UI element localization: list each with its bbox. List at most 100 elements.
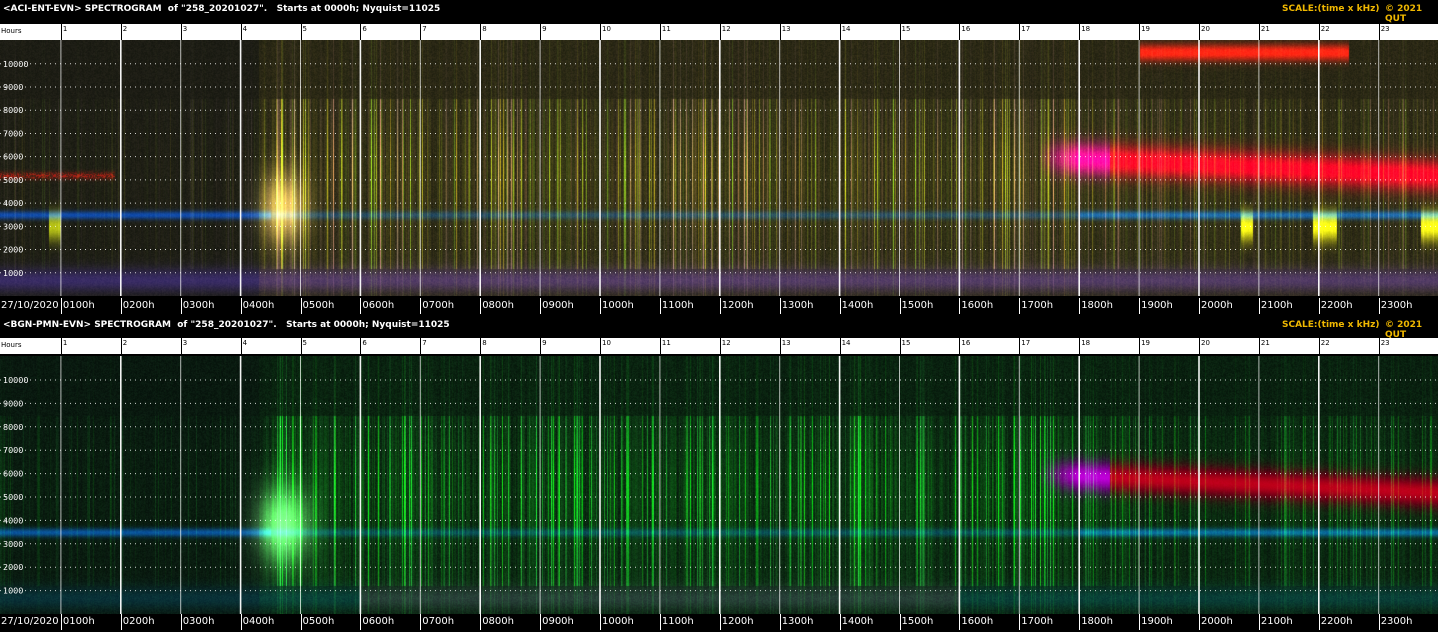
- time-tick-label: 0200h: [122, 616, 155, 627]
- time-tick: [959, 298, 961, 314]
- hour-tick: [420, 338, 422, 354]
- time-tick-label: 1400h: [841, 300, 874, 311]
- time-tick: [300, 614, 302, 630]
- time-tick: [1199, 614, 1200, 630]
- time-tick: [1079, 298, 1081, 314]
- hour-tick-label: 1: [62, 339, 68, 347]
- time-tick: [899, 614, 901, 630]
- hour-tick-label: 22: [1320, 339, 1330, 347]
- time-tick-label: 2300h: [1380, 300, 1413, 311]
- time-tick-label: 0900h: [542, 300, 574, 311]
- hour-tick-label: 7: [422, 339, 427, 347]
- time-tick: [240, 614, 242, 630]
- time-tick: [300, 298, 302, 314]
- hour-tick-label: 7: [422, 25, 427, 33]
- hours-axis: Hours 1 2 3 4 5 6 7 8 9 10 11 12 13 14 15 16 17 18 19 20 21 2…: [0, 24, 1438, 40]
- time-tick: [360, 614, 362, 630]
- hour-tick: [420, 24, 422, 40]
- time-tick-label: 1900h: [1141, 300, 1173, 311]
- time-tick-label: 0800h: [482, 300, 514, 311]
- spectrogram-panel-1: <ACI-ENT-EVN> SPECTROGRAM of "258_202010…: [0, 0, 1438, 316]
- scale-label: SCALE:(time x kHz): [1282, 4, 1380, 14]
- frequency-tick-label: 3000: [3, 222, 23, 231]
- time-tick: [1139, 614, 1141, 630]
- time-tick-label: 0700h: [422, 616, 455, 627]
- hour-tick-label: 12: [721, 25, 731, 33]
- time-tick: [360, 298, 362, 314]
- hour-tick: [779, 338, 781, 354]
- time-axis: 27/10/2020 0100h 0200h 0300h 0400h 0500h 0600h…: [0, 298, 1438, 314]
- hour-tick-label: 18: [1081, 25, 1091, 33]
- hour-tick: [480, 24, 482, 40]
- hour-tick: [480, 338, 482, 354]
- time-tick: [779, 614, 781, 630]
- hour-tick-label: 15: [901, 339, 911, 347]
- hour-tick-label: 2: [122, 339, 128, 347]
- hour-tick-label: 16: [961, 25, 971, 33]
- time-tick-label: 27/10/2020: [1, 300, 59, 311]
- hour-tick: [719, 24, 721, 40]
- time-tick: [420, 614, 422, 630]
- hour-tick: [1318, 338, 1320, 354]
- hour-tick-label: 18: [1081, 339, 1091, 347]
- hour-tick-label: 2: [122, 25, 128, 33]
- hour-tick: [600, 338, 601, 354]
- hour-tick: [360, 24, 362, 40]
- hour-tick-label: 5: [302, 339, 307, 347]
- time-tick-label: 1800h: [1081, 616, 1113, 627]
- time-tick-label: 2100h: [1260, 300, 1293, 311]
- frequency-tick-label: 8000: [3, 423, 23, 432]
- frequency-tick-label: 9000: [3, 399, 23, 408]
- hour-tick-label: 6: [362, 339, 367, 347]
- time-tick-label: 2300h: [1380, 616, 1413, 627]
- hour-tick: [180, 24, 182, 40]
- frequency-tick-label: 8000: [3, 106, 23, 115]
- hour-tick-label: 19: [1141, 25, 1151, 33]
- time-tick: [1258, 298, 1260, 314]
- time-tick-label: 0300h: [182, 616, 215, 627]
- hour-tick: [899, 338, 901, 354]
- time-tick-label: 1700h: [1021, 300, 1054, 311]
- time-tick-label: 1300h: [781, 616, 814, 627]
- time-tick: [120, 298, 122, 314]
- hour-tick: [1378, 24, 1380, 40]
- hour-tick: [839, 24, 841, 40]
- time-tick-label: 1700h: [1021, 616, 1054, 627]
- frequency-tick-label: 2000: [3, 246, 23, 255]
- time-tick: [1378, 614, 1380, 630]
- hour-tick: [120, 24, 122, 40]
- time-tick-label: 1600h: [961, 616, 994, 627]
- time-tick-label: 1000h: [602, 300, 634, 311]
- title-row: <BGN-PMN-EVN> SPECTROGRAM of "258_202010…: [0, 316, 1438, 340]
- hour-tick-label: 5: [302, 25, 307, 33]
- hour-tick-label: 13: [781, 339, 791, 347]
- hour-tick: [719, 338, 721, 354]
- time-tick: [1019, 614, 1021, 630]
- time-tick-label: 0100h: [62, 300, 95, 311]
- y-axis-overlay: 1000 2000 3000 4000 5000 6000 7000 8000 9000 1000…: [0, 356, 1438, 614]
- time-tick: [1079, 614, 1081, 630]
- time-tick-label: 27/10/2020: [1, 616, 59, 627]
- y-axis-overlay: 1000 2000 3000 4000 5000 6000 7000 8000 9000 1000…: [0, 40, 1438, 296]
- time-tick-label: 0500h: [302, 300, 335, 311]
- chart-title: <BGN-PMN-EVN> SPECTROGRAM of "258_202010…: [3, 320, 450, 330]
- hour-tick: [540, 24, 542, 40]
- hour-tick: [779, 24, 781, 40]
- time-tick: [600, 614, 601, 630]
- hour-tick-label: 17: [1021, 25, 1031, 33]
- time-tick-label: 2200h: [1320, 300, 1353, 311]
- frequency-tick-label: 5000: [3, 493, 23, 502]
- hour-tick-label: 6: [362, 25, 367, 33]
- hour-tick-label: 14: [841, 339, 851, 347]
- time-tick: [540, 614, 542, 630]
- copyright-label: © 2021 QUT: [1385, 320, 1423, 340]
- hour-tick-label: 13: [781, 25, 791, 33]
- time-tick: [779, 298, 781, 314]
- time-tick-label: 2000h: [1201, 300, 1233, 311]
- hour-tick-label: 15: [901, 25, 911, 33]
- time-tick-label: 0400h: [242, 300, 275, 311]
- hour-tick: [240, 24, 242, 40]
- time-tick-label: 0500h: [302, 616, 335, 627]
- hour-tick-label: 10: [602, 25, 611, 33]
- hour-tick: [240, 338, 242, 354]
